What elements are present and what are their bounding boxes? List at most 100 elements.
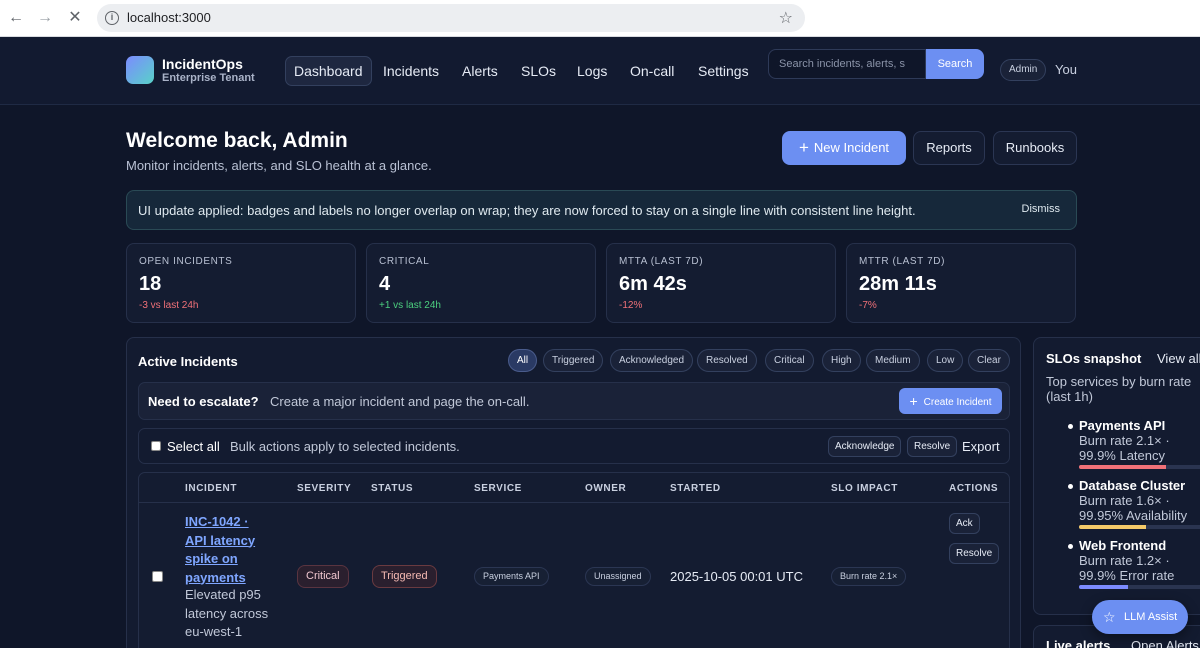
bullet-icon — [1068, 544, 1073, 549]
incidents-table: INCIDENT SEVERITY STATUS SERVICE OWNER S… — [138, 472, 1010, 648]
panel-title: Active Incidents — [138, 354, 238, 369]
nav-slos[interactable]: SLOs — [513, 56, 564, 86]
ack-button[interactable]: Ack — [949, 513, 980, 534]
incident-description: Elevated p95 latency across eu-west-1 — [185, 587, 269, 639]
create-incident-button[interactable]: + Create Incident — [899, 388, 1002, 414]
back-icon[interactable]: ← — [6, 8, 26, 28]
nav-alerts[interactable]: Alerts — [454, 56, 506, 86]
escalate-title: Need to escalate? — [148, 394, 259, 409]
stat-mttr: MTTR (LAST 7D) 28m 11s -7% — [846, 243, 1076, 323]
filter-triggered[interactable]: Triggered — [543, 349, 604, 372]
column-header[interactable]: SERVICE — [474, 483, 522, 494]
column-header[interactable]: INCIDENT — [185, 483, 237, 494]
star-icon: ☆ — [1103, 609, 1116, 625]
bullet-icon — [1068, 424, 1073, 429]
export-button[interactable]: Export — [962, 439, 1000, 454]
brand: IncidentOps Enterprise Tenant — [162, 57, 255, 85]
app-logo — [126, 56, 154, 84]
brand-subtitle: Enterprise Tenant — [162, 72, 255, 84]
filter-acknowledged[interactable]: Acknowledged — [610, 349, 694, 372]
slo-target: 99.9% Error rate — [1079, 568, 1175, 583]
incident-link[interactable]: INC-1042 · API latency spike on payments — [185, 513, 273, 587]
search-input[interactable] — [768, 49, 926, 79]
column-header[interactable]: STATUS — [371, 483, 413, 494]
nav-logs[interactable]: Logs — [569, 56, 615, 86]
view-all-link[interactable]: View all — [1157, 351, 1200, 366]
search-button[interactable]: Search — [926, 49, 984, 79]
slo-impact-badge: Burn rate 2.1× — [831, 567, 907, 586]
plus-icon: + — [798, 138, 809, 157]
filter-clear[interactable]: Clear — [968, 349, 1010, 372]
column-header[interactable]: STARTED — [670, 483, 721, 494]
stat-label: MTTA (LAST 7D) — [619, 256, 704, 267]
table-header: INCIDENT SEVERITY STATUS SERVICE OWNER S… — [139, 473, 1009, 503]
app-header: IncidentOps Enterprise Tenant Dashboard … — [0, 37, 1200, 105]
column-header[interactable]: SEVERITY — [297, 483, 351, 494]
bullet-icon — [1068, 484, 1073, 489]
escalate-text: Create a major incident and page the on-… — [270, 394, 530, 409]
slo-target: 99.95% Availability — [1079, 508, 1188, 523]
slo-progress-bar — [1079, 585, 1200, 589]
started-time: 2025-10-05 00:01 UTC — [670, 569, 803, 584]
slo-subtitle: Top services by burn rate (last 1h) — [1046, 374, 1192, 404]
nav-incidents[interactable]: Incidents — [375, 56, 447, 86]
stat-value: 28m 11s — [859, 273, 937, 295]
slo-item: Web Frontend Burn rate 1.2× · 99.9% Erro… — [1068, 538, 1200, 589]
nav-settings[interactable]: Settings — [690, 56, 757, 86]
stat-label: OPEN INCIDENTS — [139, 256, 233, 267]
llm-assist-button[interactable]: ☆ LLM Assist — [1092, 600, 1188, 634]
stat-value: 6m 42s — [619, 273, 687, 295]
browser-toolbar: ← → ✕ i localhost:3000 ☆ — [0, 0, 1200, 37]
slo-progress-fill — [1079, 525, 1147, 529]
stat-label: CRITICAL — [379, 256, 430, 267]
page-title: Welcome back, Admin — [126, 129, 348, 152]
forward-icon[interactable]: → — [35, 8, 55, 28]
live-alerts-title: Live alerts — [1046, 638, 1111, 648]
slo-progress-fill — [1079, 585, 1128, 589]
slo-title: SLOs snapshot — [1046, 351, 1142, 366]
slo-progress-fill — [1079, 465, 1166, 469]
bulk-resolve-button[interactable]: Resolve — [907, 436, 958, 457]
filter-medium[interactable]: Medium — [866, 349, 920, 372]
role-badge: Admin — [1000, 59, 1047, 81]
info-icon[interactable]: i — [105, 11, 119, 25]
url-text[interactable]: localhost:3000 — [127, 10, 211, 25]
row-checkbox[interactable] — [152, 571, 163, 582]
address-bar[interactable]: i localhost:3000 ☆ — [97, 4, 805, 32]
banner-text: UI update applied: badges and labels no … — [138, 203, 916, 218]
filter-high[interactable]: High — [822, 349, 861, 372]
column-header[interactable]: SLO IMPACT — [831, 483, 898, 494]
runbooks-button[interactable]: Runbooks — [993, 131, 1077, 165]
bulk-acknowledge-button[interactable]: Acknowledge — [828, 436, 902, 457]
new-incident-button[interactable]: + New Incident — [782, 131, 906, 165]
slo-item: Database Cluster Burn rate 1.6× · 99.95%… — [1068, 478, 1200, 529]
nav-dashboard[interactable]: Dashboard — [285, 56, 372, 86]
filter-all[interactable]: All — [508, 349, 538, 372]
filter-low[interactable]: Low — [927, 349, 964, 372]
user-menu[interactable]: You — [1055, 62, 1077, 77]
slo-service-name: Web Frontend — [1079, 538, 1167, 553]
notice-banner: UI update applied: badges and labels no … — [126, 190, 1077, 230]
bookmark-star-icon[interactable]: ☆ — [779, 8, 793, 28]
select-all-checkbox[interactable] — [151, 441, 161, 451]
nav-on-call[interactable]: On-call — [622, 56, 682, 86]
filter-resolved[interactable]: Resolved — [697, 349, 757, 372]
create-incident-label: Create Incident — [923, 397, 992, 408]
filter-critical[interactable]: Critical — [765, 349, 814, 372]
reports-button[interactable]: Reports — [913, 131, 985, 165]
column-header[interactable]: OWNER — [585, 483, 626, 494]
open-alerts-link[interactable]: Open Alerts — [1131, 638, 1199, 648]
stat-open-incidents: OPEN INCIDENTS 18 -3 vs last 24h — [126, 243, 356, 323]
slo-burn-rate: Burn rate 1.2× · — [1079, 553, 1170, 568]
slo-target: 99.9% Latency — [1079, 448, 1166, 463]
select-all-label[interactable]: Select all — [167, 439, 220, 454]
column-header[interactable]: ACTIONS — [949, 483, 998, 494]
brand-name: IncidentOps — [162, 56, 243, 72]
bulk-actions-bar: Select all Bulk actions apply to selecte… — [138, 428, 1010, 464]
resolve-button[interactable]: Resolve — [949, 543, 1000, 564]
close-icon[interactable]: ✕ — [65, 8, 85, 28]
slo-item: Payments API Burn rate 2.1× · 99.9% Late… — [1068, 418, 1200, 469]
dismiss-button[interactable]: Dismiss — [1022, 203, 1061, 215]
stat-delta: -3 vs last 24h — [139, 300, 199, 311]
slo-progress-bar — [1079, 465, 1200, 469]
